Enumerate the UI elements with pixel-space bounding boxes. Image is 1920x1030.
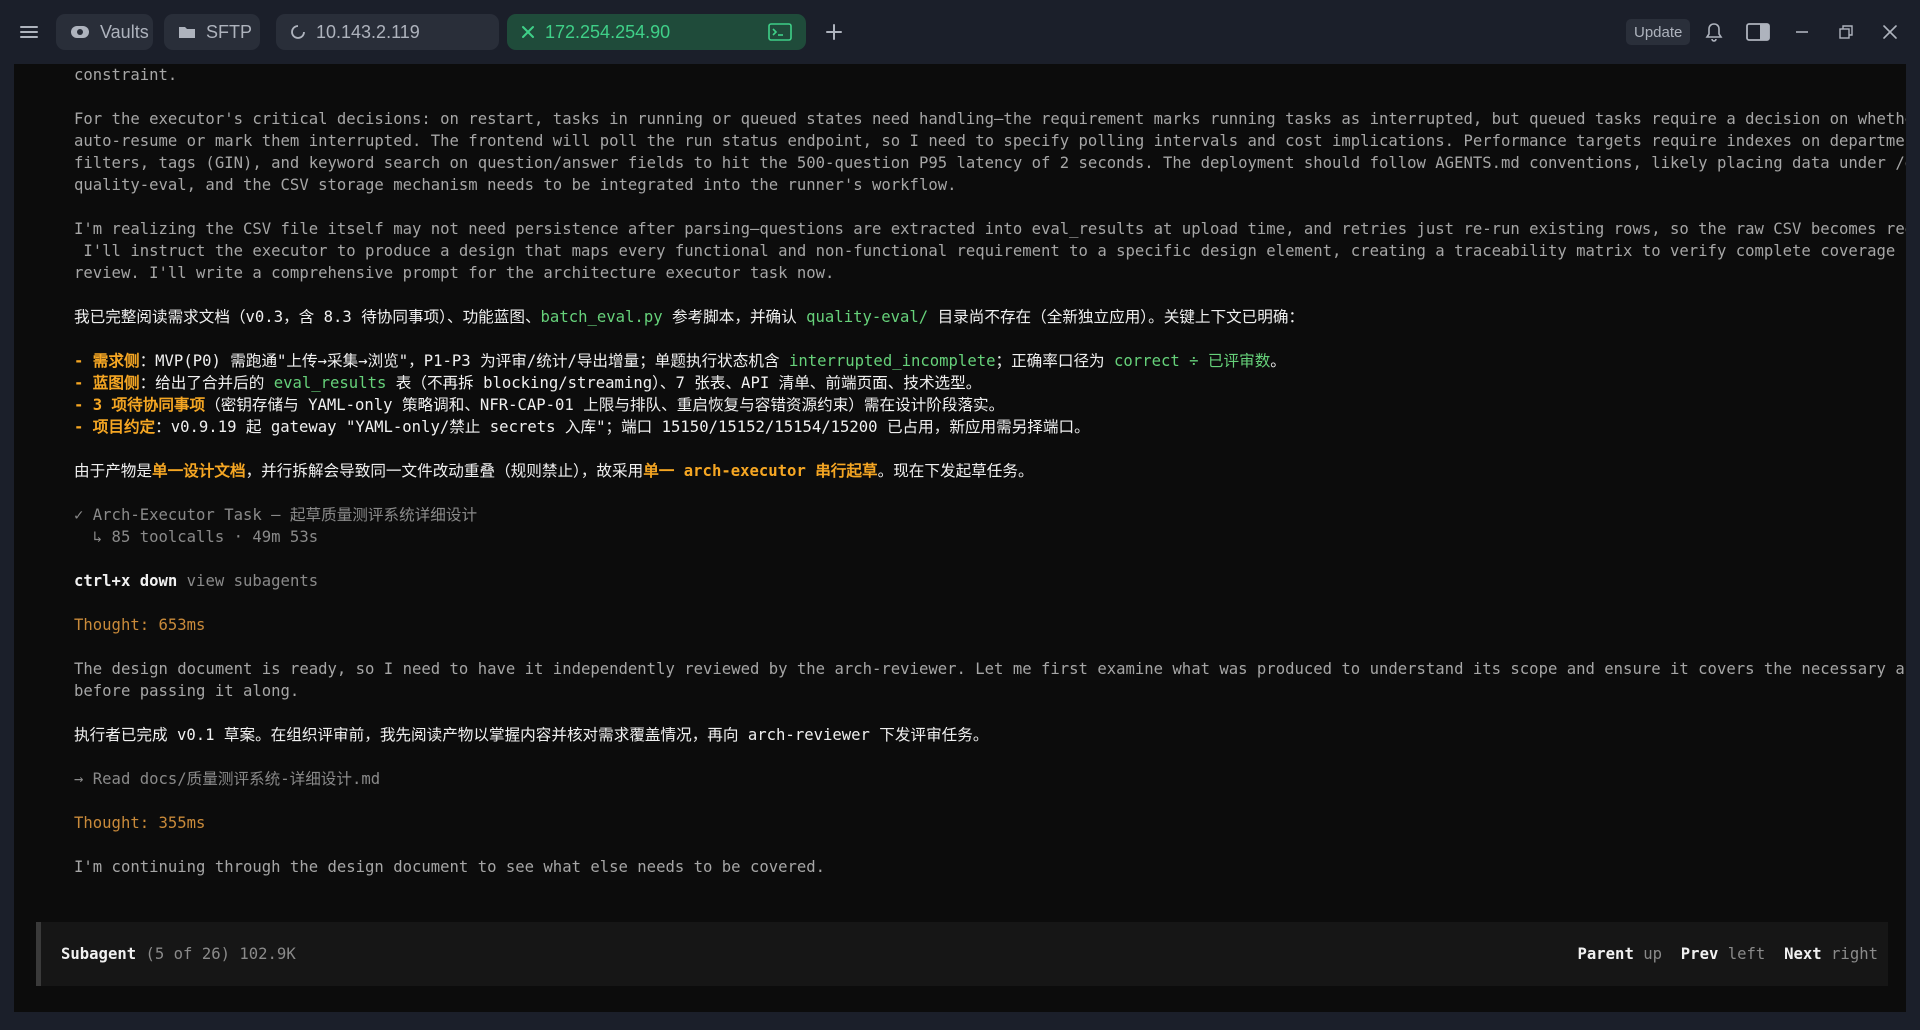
tab-vaults[interactable]: Vaults [56,14,153,50]
folder-icon [178,24,196,40]
next-key: right [1821,945,1878,963]
text-span: ：MVP(P0) 需跑通"上传→采集→浏览"，P1-P3 为评审/统计/导出增量… [139,352,789,370]
text-span: ；正确率口径为 [995,352,1115,370]
terminal-icon [768,23,792,46]
subagent-nav: Parent up Prev left Next right [1578,943,1879,965]
emphasis-span: 单一 arch-executor 串行起草 [643,462,878,480]
read-file-line[interactable]: → Read docs/质量测评系统-详细设计.md [74,768,380,790]
prev-button[interactable]: Prev [1681,945,1719,963]
tab-label: SFTP [206,21,253,42]
close-window-icon[interactable] [1878,20,1902,44]
parent-key: up [1633,945,1663,963]
tab-label: Vaults [100,21,149,42]
text-span: （密钥存储与 YAML-only 策略调和、NFR-CAP-01 上限与排队、重… [205,396,1005,414]
bullet-heading: - 需求侧 [74,352,140,370]
shortcut-label: view subagents [177,572,319,590]
code-span: batch_eval.py [540,308,663,326]
terminal-line: I'm realizing the CSV file itself may no… [74,220,1906,238]
code-span: correct ÷ 已评审数 [1114,352,1271,370]
text-span: 。现在下发起草任务。 [877,462,1034,480]
loading-icon [290,24,306,40]
terminal-line: before passing it along. [74,682,300,700]
bullet-heading: - 3 项待协同事项 [74,396,206,414]
terminal-line: - 蓝图侧：给出了合并后的 eval_results 表（不再拆 blockin… [74,372,981,394]
bullet-heading: - 项目约定 [74,418,156,436]
text-span: 由于产物是 [74,462,152,480]
subagent-footer: Subagent (5 of 26) 102.9K Parent up Prev… [36,922,1888,986]
subagent-meta: (5 of 26) 102.9K [136,945,296,963]
bullet-heading: - 蓝图侧 [74,374,140,392]
title-bar: Vaults SFTP 10.143.2.119 172.254.254.90 … [0,0,1920,64]
prev-key: left [1718,945,1766,963]
terminal-line: auto-resume or mark them interrupted. Th… [74,132,1906,150]
terminal-line: 执行者已完成 v0.1 草案。在组织评审前，我先阅读产物以掌握内容并核对需求覆盖… [74,726,989,744]
emphasis-span: 单一设计文档 [151,462,246,480]
vault-icon [70,23,90,41]
tab-host-10-143-2-119[interactable]: 10.143.2.119 [276,14,499,50]
code-span: eval_results [273,374,387,392]
text-span: ：v0.9.19 起 gateway "YAML-only/禁止 secrets… [155,418,1090,436]
terminal-line: constraint. [74,66,178,84]
text-span: ，并行拆解会导致同一文件改动重叠（规则禁止），故采用 [245,462,644,480]
terminal-line: The design document is ready, so I need … [74,660,1906,678]
text-span: 参考脚本，并确认 [662,308,807,326]
text-span: ：给出了合并后的 [139,374,274,392]
bell-icon[interactable] [1702,20,1726,44]
sidebar-toggle-icon[interactable] [1746,20,1770,44]
hamburger-icon[interactable] [18,20,42,44]
terminal-line: - 3 项待协同事项（密钥存储与 YAML-only 策略调和、NFR-CAP-… [74,394,1004,416]
update-button[interactable]: Update [1626,19,1691,45]
terminal-line: filters, tags (GIN), and keyword search … [74,154,1906,172]
task-summary[interactable]: ✓ Arch-Executor Task — 起草质量测评系统详细设计 [74,504,477,526]
code-span: quality-eval/ [806,308,929,326]
terminal-line: 我已完整阅读需求文档（v0.3，含 8.3 待协同事项）、功能蓝图、batch_… [74,306,1304,328]
minimize-icon[interactable] [1790,20,1814,44]
tab-label: 10.143.2.119 [316,21,420,42]
terminal-line: - 需求侧：MVP(P0) 需跑通"上传→采集→浏览"，P1-P3 为评审/统计… [74,350,1286,372]
terminal-line: I'll instruct the executor to produce a … [74,242,1906,260]
code-span: interrupted_incomplete [788,352,996,370]
tab-label: 172.254.254.90 [545,21,671,42]
new-tab-button[interactable] [820,18,848,46]
restore-icon[interactable] [1834,20,1858,44]
terminal-line: 由于产物是单一设计文档，并行拆解会导致同一文件改动重叠（规则禁止），故采用单一 … [74,460,1034,482]
tab-sftp[interactable]: SFTP [164,14,260,50]
terminal-line: ctrl+x down view subagents [74,570,318,592]
plus-icon [826,24,842,40]
task-stats: ↳ 85 toolcalls · 49m 53s [74,528,319,546]
parent-button[interactable]: Parent [1578,945,1634,963]
terminal-line: review. I'll write a comprehensive promp… [74,264,835,282]
subagent-info: Subagent (5 of 26) 102.9K [61,943,296,965]
terminal-output[interactable]: constraint. For the executor's critical … [14,64,1906,1012]
close-icon[interactable] [521,25,535,39]
terminal-line: quality-eval, and the CSV storage mechan… [74,176,957,194]
text-span: 目录尚不存在（全新独立应用）。关键上下文已明确： [928,308,1305,326]
text-span: 。 [1270,352,1286,370]
subagent-title: Subagent [61,945,137,963]
thought-line: Thought: 653ms [74,616,206,634]
text-span: 我已完整阅读需求文档（v0.3，含 8.3 待协同事项）、功能蓝图、 [74,308,541,326]
terminal-line: - 项目约定：v0.9.19 起 gateway "YAML-only/禁止 s… [74,416,1090,438]
next-button[interactable]: Next [1784,945,1822,963]
terminal-line: I'm continuing through the design docume… [74,858,826,876]
terminal-line: For the executor's critical decisions: o… [74,110,1906,128]
tab-host-172-254-254-90[interactable]: 172.254.254.90 [507,14,806,50]
thought-line: Thought: 355ms [74,814,206,832]
shortcut-key: ctrl+x down [74,572,178,590]
text-span: 表（不再拆 blocking/streaming）、7 张表、API 清单、前端… [386,374,982,392]
